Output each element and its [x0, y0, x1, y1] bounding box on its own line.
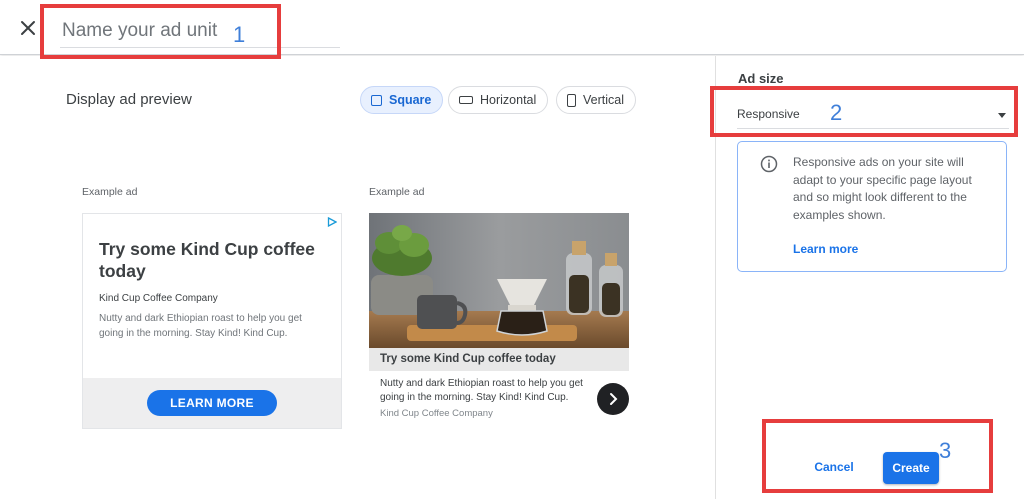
- ad-size-label: Ad size: [738, 71, 784, 86]
- chip-vertical-label: Vertical: [583, 93, 624, 107]
- close-button[interactable]: [14, 14, 42, 42]
- next-ad-button[interactable]: [597, 383, 629, 415]
- chip-horizontal[interactable]: Horizontal: [448, 86, 549, 114]
- square-icon: [371, 94, 382, 106]
- ad1-advertiser: Kind Cup Coffee Company: [99, 293, 218, 304]
- example-ad-label-2: Example ad: [369, 186, 425, 198]
- preview-title: Display ad preview: [66, 91, 192, 108]
- annotation-box-3: [762, 419, 993, 493]
- example-ad-label-1: Example ad: [82, 186, 138, 198]
- ad2-headline: Try some Kind Cup coffee today: [369, 348, 629, 371]
- ad2-coffee-image: [369, 213, 629, 348]
- chip-vertical[interactable]: Vertical: [556, 86, 636, 114]
- learn-more-link[interactable]: Learn more: [793, 242, 858, 256]
- vertical-icon: [567, 93, 576, 107]
- chip-square[interactable]: Square: [360, 86, 444, 114]
- annotation-number-2: 2: [830, 100, 843, 125]
- info-icon: [760, 155, 778, 173]
- ad1-cta-area: LEARN MORE: [83, 378, 341, 428]
- info-text: Responsive ads on your site will adapt t…: [793, 155, 972, 222]
- annotation-number-1: 1: [233, 22, 246, 47]
- horizontal-icon: [459, 96, 473, 104]
- example-ad-text: Try some Kind Cup coffee today Kind Cup …: [82, 213, 342, 429]
- close-icon: [21, 21, 35, 35]
- annotation-box-2: [710, 86, 1018, 137]
- chip-square-label: Square: [389, 93, 432, 107]
- annotation-number-3: 3: [939, 438, 952, 463]
- chevron-right-icon: [610, 393, 618, 405]
- ad2-advertiser: Kind Cup Coffee Company: [380, 408, 493, 419]
- ad1-description: Nutty and dark Ethiopian roast to help y…: [99, 313, 302, 339]
- learn-more-cta-button[interactable]: LEARN MORE: [147, 390, 277, 416]
- ad2-description: Nutty and dark Ethiopian roast to help y…: [380, 378, 583, 403]
- preview-area: Display ad preview Square Horizontal Ver…: [0, 56, 715, 499]
- responsive-info-box: Responsive ads on your site will adapt t…: [737, 141, 1007, 272]
- ad1-headline: Try some Kind Cup coffee today: [99, 239, 315, 281]
- adchoices-icon[interactable]: [327, 217, 337, 227]
- chip-horizontal-label: Horizontal: [480, 93, 537, 107]
